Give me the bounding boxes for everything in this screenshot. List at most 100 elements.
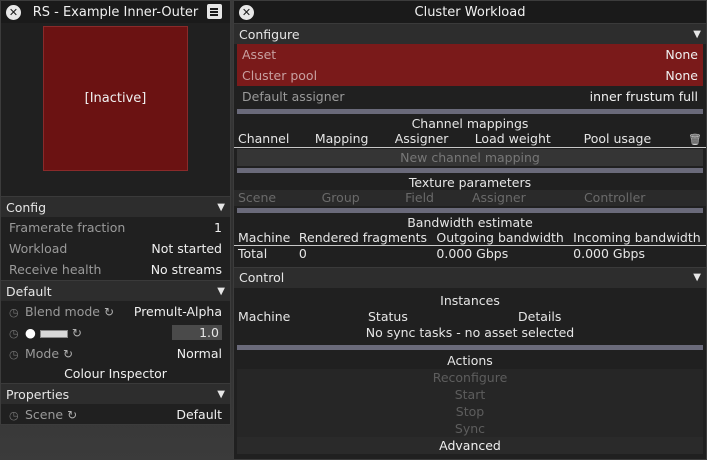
collapse-triangle-icon: ▼	[217, 285, 225, 297]
mode-label: Mode	[24, 346, 60, 361]
close-icon[interactable]: ✕	[239, 5, 254, 20]
reset-icon[interactable]: ↻	[72, 326, 82, 340]
bandwidth-title: Bandwidth estimate	[407, 214, 533, 230]
reset-icon[interactable]: ↻	[63, 347, 73, 361]
table-cell: Total	[238, 246, 268, 262]
row-value: No streams	[150, 262, 222, 277]
separator	[237, 109, 703, 114]
column-header: Assigner	[390, 131, 471, 148]
notes-icon[interactable]	[207, 4, 222, 19]
column-header: Assigner	[471, 190, 526, 205]
configure-header-label: Configure	[239, 26, 300, 42]
asset-row[interactable]: Asset None	[237, 44, 703, 65]
sync-button[interactable]: Sync	[237, 419, 703, 437]
mode-row[interactable]: ◷ Mode ↻ Normal	[1, 343, 230, 364]
preview-thumbnail: [Inactive]	[43, 26, 188, 171]
configure-section-header[interactable]: Configure ▼	[234, 23, 706, 44]
bandwidth-table: Machine Rendered fragments Outgoing band…	[234, 229, 706, 262]
reset-icon[interactable]: ↻	[67, 408, 77, 422]
column-header: Field	[405, 190, 434, 205]
properties-header-label: Properties	[6, 386, 70, 402]
default-section-header[interactable]: Default ▼	[1, 280, 230, 301]
column-header: Mapping	[310, 131, 391, 148]
config-section-header[interactable]: Config ▼	[1, 196, 230, 217]
control-header-label: Control	[239, 270, 285, 285]
properties-section-header[interactable]: Properties ▼	[1, 383, 230, 404]
collapse-triangle-icon: ▼	[693, 28, 701, 40]
actions-title: Actions	[447, 352, 493, 368]
timer-icon: ◷	[9, 327, 19, 340]
asset-value[interactable]: None	[665, 47, 698, 62]
new-channel-mapping-button[interactable]: New channel mapping	[237, 148, 703, 166]
row-label: Receive health	[9, 262, 102, 277]
column-header: Machine	[238, 309, 291, 324]
separator	[237, 344, 703, 350]
reset-icon[interactable]: ↻	[104, 305, 114, 319]
blend-mode-row[interactable]: ◷ Blend mode ↻ Premult-Alpha	[1, 301, 230, 322]
row-value: 1	[214, 220, 222, 235]
collapse-triangle-icon: ▼	[217, 201, 225, 213]
trash-icon[interactable]: 🗑	[688, 133, 702, 146]
table-cell: 0.000 Gbps	[573, 246, 645, 262]
row-label: Framerate fraction	[9, 220, 126, 235]
texture-parameters-table: Scene Group Field Assigner Controller	[234, 189, 706, 206]
default-assigner-label: Default assigner	[242, 89, 345, 104]
asset-label: Asset	[242, 47, 277, 62]
right-titlebar: ✕ Cluster Workload	[234, 1, 706, 23]
preview-status: [Inactive]	[84, 91, 147, 106]
cluster-pool-label: Cluster pool	[242, 68, 318, 83]
scene-value[interactable]: Default	[176, 407, 222, 422]
brightness-slider[interactable]	[39, 329, 68, 338]
light-bulb-icon: ●	[24, 325, 36, 340]
config-row-framerate: Framerate fraction 1	[1, 217, 230, 238]
column-header: Pool usage	[579, 131, 678, 148]
close-icon[interactable]: ✕	[6, 5, 21, 20]
advanced-button[interactable]: Advanced	[237, 436, 703, 454]
column-header: Details	[518, 309, 562, 324]
timer-icon: ◷	[9, 306, 19, 319]
collapse-triangle-icon: ▼	[217, 388, 225, 400]
column-header: Status	[368, 309, 408, 324]
colour-inspector-button[interactable]: Colour Inspector	[1, 364, 230, 383]
brightness-input[interactable]: 1.0	[172, 325, 222, 340]
instances-title: Instances	[440, 292, 500, 308]
row-label: Workload	[9, 241, 68, 256]
cluster-pool-row[interactable]: Cluster pool None	[237, 65, 703, 86]
start-button[interactable]: Start	[237, 385, 703, 403]
column-header: Outgoing bandwidth	[432, 229, 570, 246]
default-header-label: Default	[6, 283, 52, 299]
column-header: Group	[321, 190, 360, 205]
stop-button[interactable]: Stop	[237, 402, 703, 420]
separator	[237, 207, 703, 213]
blend-mode-label: Blend mode	[24, 304, 101, 319]
column-header: Channel	[234, 131, 311, 148]
left-titlebar: ✕ RS - Example Inner-Outer	[1, 1, 230, 23]
scene-label: Scene	[24, 407, 64, 422]
blend-mode-value[interactable]: Premult-Alpha	[134, 304, 222, 319]
brightness-row: ◷ ● ↻ 1.0	[1, 322, 230, 343]
default-assigner-row[interactable]: Default assigner inner frustum full	[234, 86, 706, 107]
row-value: Not started	[151, 241, 222, 256]
panel-title: Cluster Workload	[414, 4, 526, 20]
column-header: Controller	[583, 190, 646, 205]
column-header: Rendered fragments	[294, 229, 433, 246]
cluster-workload-panel: ✕ Cluster Workload Configure ▼ Asset Non…	[233, 0, 707, 460]
table-row: Total 0 0.000 Gbps 0.000 Gbps	[234, 246, 706, 262]
mode-value[interactable]: Normal	[177, 346, 222, 361]
reconfigure-button[interactable]: Reconfigure	[237, 368, 703, 386]
control-section-header[interactable]: Control ▼	[234, 266, 706, 288]
scene-row[interactable]: ◷ Scene ↻ Default	[1, 404, 230, 425]
render-stream-panel: ✕ RS - Example Inner-Outer [Inactive] Co…	[0, 0, 231, 425]
instances-empty-message: No sync tasks - no asset selected	[365, 324, 575, 340]
table-cell: 0.000 Gbps	[436, 246, 509, 262]
column-header: Incoming bandwidth	[569, 229, 706, 246]
preview-area: [Inactive]	[1, 26, 230, 176]
table-cell: 0	[298, 246, 307, 262]
config-row-workload: Workload Not started	[1, 238, 230, 259]
column-header: Load weight	[470, 131, 580, 148]
default-assigner-value[interactable]: inner frustum full	[590, 89, 698, 104]
texture-parameters-title: Texture parameters	[408, 174, 532, 190]
timer-icon: ◷	[9, 409, 19, 422]
cluster-pool-value[interactable]: None	[665, 68, 698, 83]
channel-mappings-table: Channel Mapping Assigner Load weight Poo…	[234, 131, 706, 148]
